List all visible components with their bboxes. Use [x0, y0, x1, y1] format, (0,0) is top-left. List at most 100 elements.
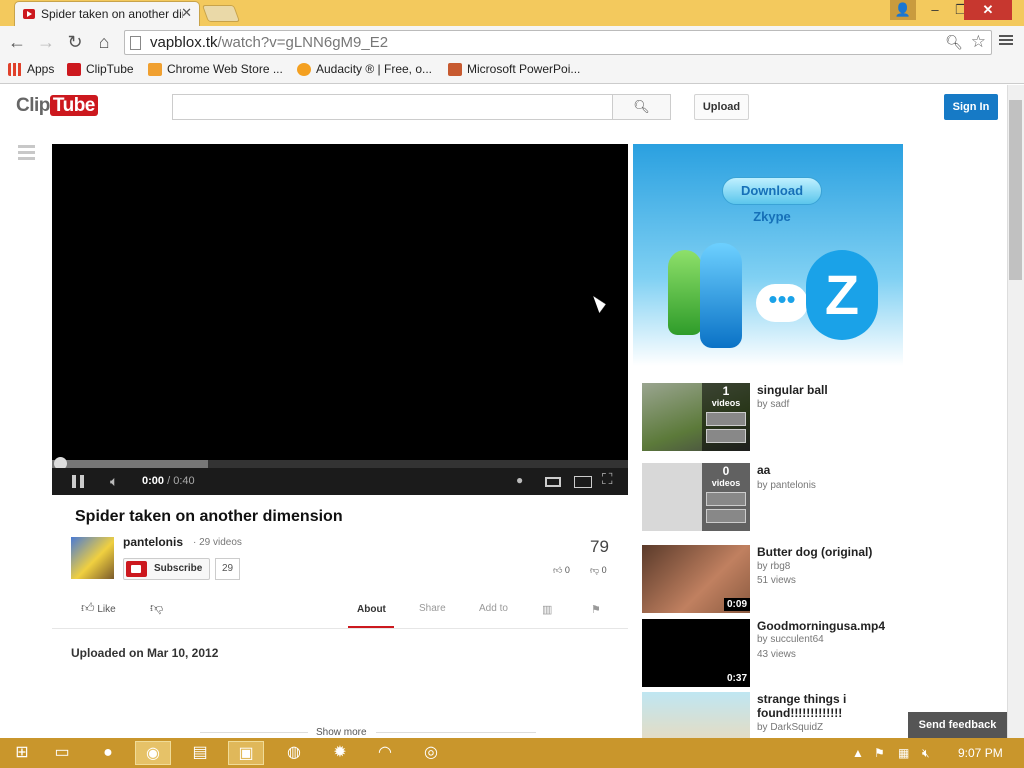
upload-button[interactable]: Upload [694, 94, 749, 120]
fullscreen-icon[interactable]: ⛶ [602, 471, 613, 488]
close-window-button[interactable]: ✕ [964, 0, 1012, 20]
messenger-figure-icon [700, 243, 742, 348]
related-channel: by succulent64 [757, 634, 824, 645]
uploader-name[interactable]: pantelonis [123, 535, 183, 549]
related-title: strange things i found!!!!!!!!!!!!! [757, 692, 847, 720]
subscriber-count: 29 [215, 558, 240, 580]
dislike-count: 👎︎ 0 [590, 565, 607, 575]
chrome-icon[interactable]: ◉ [135, 741, 171, 765]
bookmark-cliptube[interactable]: ClipTube [67, 62, 134, 76]
uploader-video-count: · 29 videos [193, 537, 242, 548]
user-profile-icon[interactable]: 👤 [890, 0, 916, 20]
chat-bubble-icon: ••• [756, 284, 808, 322]
cliptube-favicon-icon [23, 9, 35, 19]
duration-badge: 0:37 [723, 672, 750, 685]
dislike-button[interactable]: 👎︎ [150, 600, 163, 616]
search-button[interactable]: 🔍︎ [612, 94, 671, 120]
bookmark-apps[interactable]: Apps [8, 62, 54, 76]
like-button[interactable]: 👍︎ Like [81, 600, 116, 616]
sign-in-button[interactable]: Sign In [944, 94, 998, 120]
divider [200, 732, 308, 733]
subscribe-button[interactable]: Subscribe [123, 558, 210, 580]
tab-add-to[interactable]: Add to [479, 603, 508, 614]
divider [52, 628, 628, 629]
firefox-icon[interactable]: ● [90, 741, 126, 765]
tray-arrow-icon[interactable]: ▲ [852, 746, 864, 760]
related-title: Butter dog (original) [757, 545, 873, 559]
new-tab-button[interactable] [201, 5, 241, 22]
audacity-icon[interactable]: ◠ [367, 741, 403, 765]
playlist-overlay: 0 videos [702, 463, 750, 531]
list-item[interactable]: 0:37 Goodmorningusa.mp4 by succulent64 4… [642, 619, 912, 689]
related-title: aa [757, 463, 771, 477]
related-views: 43 views [757, 649, 796, 660]
bookmark-powerpoint[interactable]: Microsoft PowerPoi... [448, 62, 580, 76]
notepad-icon[interactable]: ▤ [182, 741, 218, 765]
web-store-icon [148, 62, 162, 76]
tab-close-icon[interactable]: ✕ [181, 5, 192, 21]
upload-date: Uploaded on Mar 10, 2012 [71, 646, 219, 660]
list-item[interactable]: 1 videos singular ball by sadf [642, 383, 912, 453]
forward-icon[interactable]: → [34, 32, 58, 53]
large-player-icon[interactable] [574, 476, 592, 488]
subscribe-icon [126, 561, 147, 577]
browser-tab[interactable]: Spider taken on another dimension ✕ [14, 1, 200, 26]
tab-share[interactable]: Share [419, 603, 446, 614]
action-center-icon[interactable]: ⚑ [874, 746, 885, 760]
file-explorer-icon[interactable]: ▭ [44, 741, 80, 765]
bookmark-audacity[interactable]: Audacity ® | Free, o... [297, 62, 432, 76]
chrome-menu-icon[interactable] [999, 33, 1013, 47]
app-icon[interactable]: ◍ [276, 741, 312, 765]
send-feedback-button[interactable]: Send feedback [908, 712, 1007, 738]
powerpoint-icon [448, 62, 462, 76]
bookmark-star-icon[interactable]: ☆ [971, 32, 986, 52]
list-item[interactable]: strange things i found!!!!!!!!!!!!! by D… [642, 692, 912, 738]
view-count: 79 [590, 537, 609, 556]
cliptube-logo[interactable]: Clip Tube [16, 95, 98, 117]
avatar[interactable] [71, 537, 114, 579]
related-channel: by pantelonis [757, 480, 816, 491]
divider [376, 732, 536, 733]
time-display: 0:00 / 0:40 [142, 475, 195, 487]
pause-icon[interactable] [72, 475, 85, 488]
system-clock[interactable]: 9:07 PM [958, 746, 1003, 760]
watch-later-icon[interactable]: ● [516, 473, 523, 487]
volume-icon[interactable]: 🔈︎ [110, 473, 118, 490]
tab-about[interactable]: About [357, 604, 386, 615]
show-more-button[interactable]: Show more [316, 727, 367, 738]
url-path: /watch?v=gLNN6gM9_E2 [217, 34, 389, 51]
list-item[interactable]: 0 videos aa by pantelonis [642, 463, 912, 533]
start-icon[interactable]: ⊞ [4, 741, 40, 765]
small-player-icon[interactable] [545, 477, 561, 487]
guide-menu-icon[interactable] [18, 145, 35, 163]
search-icon[interactable]: 🔍︎ [945, 34, 963, 51]
related-title: singular ball [757, 383, 828, 397]
stats-icon[interactable]: ▥ [542, 603, 552, 616]
url-domain: vapblox.tk [150, 34, 218, 51]
volume-muted-icon[interactable]: 🔇︎ [922, 746, 930, 761]
window-app-icon[interactable]: ▣ [228, 741, 264, 765]
app-icon[interactable]: ✹ [322, 741, 358, 765]
search-icon: 🔍︎ [633, 99, 650, 114]
home-icon[interactable]: ⌂ [92, 32, 116, 53]
thumb-up-icon: 👍︎ [81, 600, 95, 615]
video-player[interactable] [52, 144, 628, 495]
thumb-down-icon: 👎︎ [590, 565, 600, 575]
search-input[interactable] [172, 94, 613, 120]
playlist-overlay: 1 videos [702, 383, 750, 451]
report-flag-icon[interactable]: ⚑ [591, 603, 601, 616]
related-title: Goodmorningusa.mp4 [757, 619, 886, 633]
list-item[interactable]: 0:09 Butter dog (original) by rbg8 51 vi… [642, 545, 912, 615]
address-bar[interactable]: vapblox.tk/watch?v=gLNN6gM9_E2 🔍︎ ☆ [124, 30, 992, 55]
tab-title: Spider taken on another dimension [41, 7, 183, 21]
back-icon[interactable]: ← [5, 32, 29, 53]
bookmark-chrome-web-store[interactable]: Chrome Web Store ... [148, 62, 283, 76]
cliptube-icon [67, 62, 81, 76]
ad-download-button[interactable]: Download Zkype [722, 177, 822, 224]
scrollbar-thumb[interactable] [1009, 100, 1022, 280]
video-thumbnail [642, 692, 750, 738]
app-icon[interactable]: ◎ [413, 741, 449, 765]
reload-icon[interactable]: ↻ [63, 32, 87, 53]
thumb-up-icon: 👍︎ [553, 565, 563, 575]
network-icon[interactable]: ▦ [898, 746, 909, 760]
